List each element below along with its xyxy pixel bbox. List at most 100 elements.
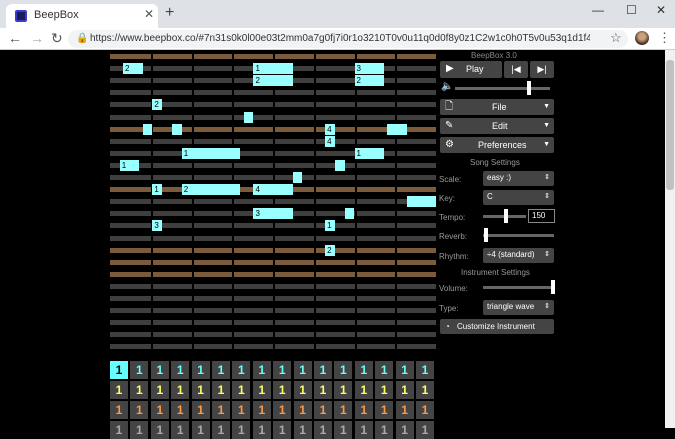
browser-tab[interactable]: BeepBox ✕ [6, 4, 158, 28]
preferences-menu[interactable]: ⚙ Preferences ▼ [440, 137, 554, 153]
pattern-cell[interactable]: 1 [375, 381, 394, 399]
pattern-cell[interactable]: 1 [110, 401, 128, 419]
pattern-cell[interactable]: 1 [293, 421, 312, 439]
pattern-cell[interactable]: 1 [150, 381, 169, 399]
pitch-row[interactable] [110, 271, 436, 277]
pattern-cell[interactable]: 1 [110, 381, 128, 399]
pitch-row[interactable] [110, 344, 436, 350]
forward-icon[interactable]: → [30, 30, 44, 46]
instrument-volume-slider-thumb[interactable] [551, 280, 555, 294]
pattern-cell[interactable]: 1 [273, 381, 292, 399]
note-block[interactable]: 1 [119, 159, 140, 171]
next-bar-button[interactable]: ▶| [530, 61, 554, 78]
note-block[interactable] [243, 111, 254, 123]
pattern-cell[interactable]: 1 [395, 421, 414, 439]
pattern-cell[interactable]: 1 [232, 361, 251, 379]
pattern-cell[interactable]: 1 [375, 401, 394, 419]
pitch-row[interactable] [110, 199, 436, 205]
note-block[interactable] [406, 196, 436, 208]
pattern-cell[interactable]: 1 [293, 381, 312, 399]
rhythm-select[interactable]: ÷4 (standard) ⇕ [483, 248, 554, 263]
note-block[interactable] [334, 159, 345, 171]
pattern-cell[interactable]: 1 [395, 381, 414, 399]
reverb-slider-thumb[interactable] [484, 228, 488, 242]
pattern-cell[interactable]: 1 [416, 421, 434, 439]
pattern-cell[interactable]: 1 [150, 421, 169, 439]
pattern-cell[interactable]: 1 [314, 401, 332, 419]
scale-select[interactable]: easy :) ⇕ [483, 171, 554, 186]
pitch-row[interactable] [110, 235, 436, 241]
pattern-cell[interactable]: 1 [130, 361, 149, 379]
pattern-cell[interactable]: 1 [273, 421, 292, 439]
pitch-row[interactable] [110, 247, 436, 253]
note-block[interactable]: 3 [152, 220, 163, 232]
pattern-cell[interactable]: 1 [232, 401, 251, 419]
avatar[interactable] [635, 31, 649, 45]
maximize-icon[interactable]: ☐ [626, 3, 637, 17]
pattern-cell[interactable]: 1 [130, 401, 149, 419]
browser-menu-icon[interactable]: ⋮ [658, 30, 671, 46]
pattern-cell[interactable]: 1 [334, 401, 353, 419]
pattern-cell[interactable]: 1 [375, 361, 394, 379]
pattern-cell[interactable]: 1 [334, 361, 353, 379]
note-block[interactable] [396, 123, 407, 135]
note-block[interactable]: 2 [325, 244, 335, 256]
pattern-cell[interactable]: 1 [293, 361, 312, 379]
pattern-cell[interactable]: 1 [130, 381, 149, 399]
pattern-cell[interactable]: 1 [191, 421, 210, 439]
pattern-editor[interactable]: 1111111111111111111111111111111111111111… [110, 360, 436, 439]
pattern-cell[interactable]: 1 [334, 381, 353, 399]
pattern-cell[interactable]: 1 [416, 401, 434, 419]
note-block[interactable]: 1 [181, 147, 241, 159]
close-window-icon[interactable]: ✕ [656, 3, 666, 17]
note-block[interactable]: 3 [253, 208, 293, 220]
pattern-cell[interactable]: 1 [150, 401, 169, 419]
pattern-cell[interactable]: 1 [293, 401, 312, 419]
pattern-cell[interactable]: 1 [416, 361, 434, 379]
bookmark-star-icon[interactable]: ☆ [610, 30, 622, 46]
pattern-cell[interactable]: 1 [212, 361, 230, 379]
pattern-cell[interactable]: 1 [354, 421, 373, 439]
pattern-cell[interactable]: 1 [334, 421, 353, 439]
note-block[interactable] [292, 172, 303, 183]
pitch-row[interactable] [110, 150, 436, 156]
pattern-cell[interactable]: 1 [375, 421, 394, 439]
note-block[interactable]: 4 [325, 135, 335, 147]
file-menu[interactable]: 🗋 File ▼ [440, 99, 554, 115]
pitch-row[interactable] [110, 259, 436, 265]
pitch-row[interactable] [110, 114, 436, 120]
pattern-cell[interactable]: 1 [171, 421, 190, 439]
reload-icon[interactable]: ↻ [51, 30, 63, 47]
note-block[interactable]: 4 [325, 123, 335, 135]
pattern-cell[interactable]: 1 [150, 361, 169, 379]
pattern-cell[interactable]: 1 [212, 421, 230, 439]
pattern-cell[interactable]: 1 [191, 381, 210, 399]
tempo-slider-thumb[interactable] [504, 209, 508, 223]
volume-slider-track[interactable] [455, 87, 550, 90]
note-block[interactable]: 2 [253, 75, 293, 87]
pattern-cell[interactable]: 1 [314, 381, 332, 399]
pitch-row[interactable] [110, 138, 436, 144]
key-select[interactable]: C ⇕ [483, 190, 554, 205]
instrument-type-select[interactable]: triangle wave ⇕ [483, 300, 554, 315]
pattern-cell[interactable]: 1 [354, 361, 373, 379]
play-button[interactable]: ▶ Play [440, 61, 502, 78]
pitch-row[interactable] [110, 54, 436, 59]
note-block[interactable]: 1 [325, 220, 335, 232]
pattern-cell[interactable]: 1 [252, 401, 271, 419]
close-tab-icon[interactable]: ✕ [144, 7, 154, 21]
pitch-row[interactable] [110, 296, 436, 301]
back-icon[interactable]: ← [8, 30, 22, 46]
note-block[interactable] [387, 123, 397, 135]
pattern-cell[interactable]: 1 [130, 421, 149, 439]
pitch-row[interactable] [110, 90, 436, 96]
pattern-cell[interactable]: 1 [354, 381, 373, 399]
pattern-cell[interactable]: 1 [212, 401, 230, 419]
pattern-cell[interactable]: 1 [314, 421, 332, 439]
scrollbar-thumb[interactable] [666, 60, 674, 190]
note-block[interactable]: 2 [354, 75, 384, 87]
minimize-icon[interactable]: — [592, 3, 604, 17]
pitch-row[interactable] [110, 308, 436, 314]
pattern-cell[interactable]: 1 [395, 401, 414, 419]
reverb-slider-track[interactable] [483, 234, 554, 237]
